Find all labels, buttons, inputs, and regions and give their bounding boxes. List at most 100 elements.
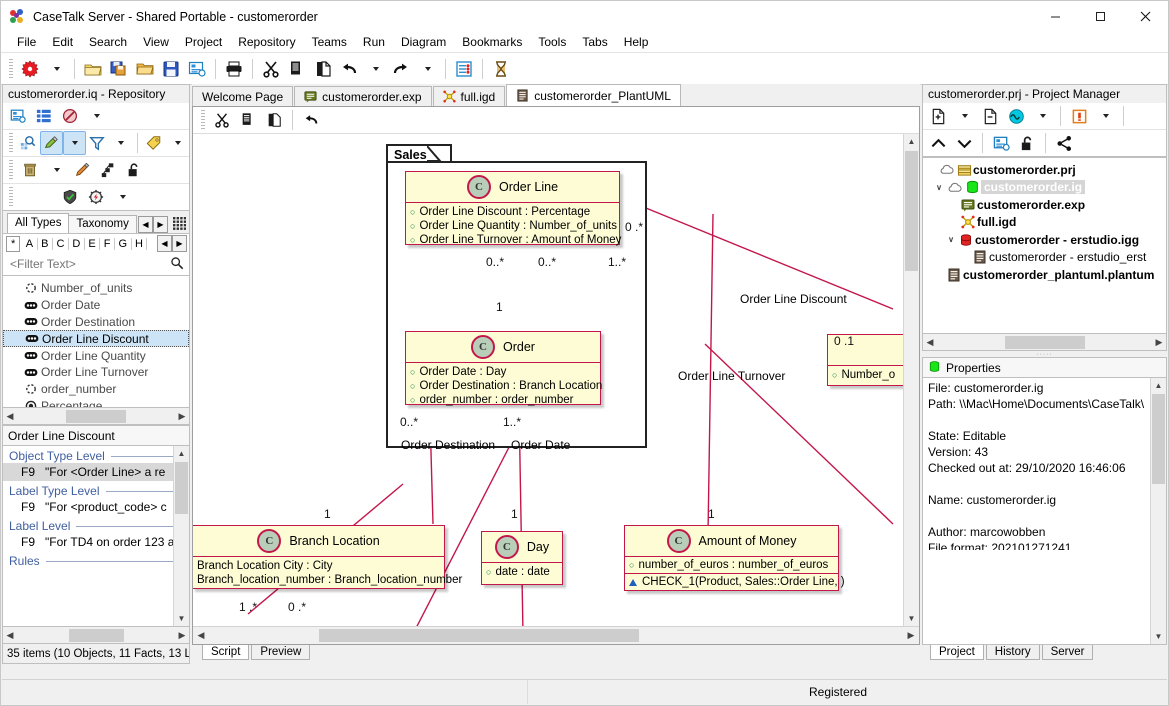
alpha-scroll-left[interactable]: ◀ bbox=[157, 235, 172, 252]
add-file-dropdown-icon[interactable] bbox=[951, 104, 977, 128]
repo-nodraw-icon[interactable] bbox=[57, 104, 83, 128]
tree-item-customerorder-prj[interactable]: customerorder.prj bbox=[923, 161, 1166, 179]
canvas-vscroll-thumb[interactable] bbox=[905, 151, 918, 271]
repo-tag-icon[interactable] bbox=[143, 131, 166, 155]
tree-hscroll-right[interactable]: ▶ bbox=[1152, 337, 1166, 348]
canvas-hscroll-thumb[interactable] bbox=[319, 629, 639, 642]
copy-icon[interactable] bbox=[284, 56, 310, 82]
hscroll-left-arrow[interactable]: ◀ bbox=[3, 411, 17, 422]
class-day[interactable]: C Day ○ date : date bbox=[481, 531, 563, 585]
sync-dropdown-icon[interactable] bbox=[1029, 104, 1055, 128]
tab-taxonomy[interactable]: Taxonomy bbox=[68, 215, 137, 233]
paste-icon[interactable] bbox=[261, 107, 287, 133]
alpha-c[interactable]: C bbox=[53, 237, 69, 250]
alpha-g[interactable]: G bbox=[115, 237, 132, 250]
share-icon[interactable] bbox=[1051, 131, 1077, 155]
alpha-d[interactable]: D bbox=[69, 237, 85, 250]
menu-run[interactable]: Run bbox=[355, 33, 393, 51]
class-order-line[interactable]: C Order Line ○ Order Line Discount : Perc… bbox=[405, 171, 621, 246]
new-icon[interactable] bbox=[17, 56, 43, 82]
menu-project[interactable]: Project bbox=[177, 33, 230, 51]
menu-view[interactable]: View bbox=[135, 33, 177, 51]
tab-preview[interactable]: Preview bbox=[251, 645, 311, 660]
stop-dropdown-icon[interactable] bbox=[1092, 104, 1118, 128]
tree-item-customerorder-exp[interactable]: customerorder.exp bbox=[923, 196, 1166, 214]
detail-hscrollbar[interactable]: ◀ ▶ bbox=[2, 627, 190, 644]
print-icon[interactable] bbox=[221, 56, 247, 82]
repo-validate-icon[interactable] bbox=[57, 185, 83, 209]
menu-help[interactable]: Help bbox=[616, 33, 657, 51]
cut-icon[interactable] bbox=[258, 56, 284, 82]
hscroll-thumb[interactable] bbox=[66, 409, 126, 423]
tab-customerorder-exp[interactable]: customerorder.exp bbox=[294, 86, 432, 106]
repo-details-icon[interactable] bbox=[5, 104, 31, 128]
list-item[interactable]: Order Destination bbox=[3, 314, 189, 331]
detail-hscroll-left[interactable]: ◀ bbox=[3, 630, 17, 641]
save-icon[interactable] bbox=[158, 56, 184, 82]
stop-icon[interactable] bbox=[1066, 104, 1092, 128]
properties-vscrollbar[interactable]: ▲ ▼ bbox=[1150, 378, 1166, 644]
repo-delete-icon[interactable] bbox=[17, 158, 43, 182]
repo-tag-dropdown-icon[interactable] bbox=[166, 131, 189, 155]
repo-highlight-dropdown-icon[interactable] bbox=[62, 131, 86, 155]
detail-vscrollbar[interactable]: ▲ ▼ bbox=[173, 446, 189, 626]
list-item[interactable]: Order Line Turnover bbox=[3, 364, 189, 381]
alpha-scroll-buttons[interactable]: ◀ ▶ bbox=[157, 235, 187, 252]
detail-hscroll-right[interactable]: ▶ bbox=[175, 630, 189, 641]
canvas-scroll-down[interactable]: ▼ bbox=[904, 611, 919, 626]
detail-row[interactable]: F9 "For TD4 on order 123 a bbox=[3, 533, 189, 551]
tab-history[interactable]: History bbox=[985, 645, 1040, 660]
tab-server[interactable]: Server bbox=[1041, 645, 1094, 660]
canvas-vscrollbar[interactable]: ▲ ▼ bbox=[903, 134, 919, 626]
repo-filter-icon[interactable] bbox=[86, 131, 109, 155]
tree-item-plantuml[interactable]: customerorder_plantuml.plantum bbox=[923, 266, 1166, 284]
detail-scroll-down[interactable]: ▼ bbox=[174, 611, 189, 626]
project-tree-hscrollbar[interactable]: ◀ ▶ bbox=[922, 334, 1167, 351]
tab-script[interactable]: Script bbox=[202, 645, 250, 660]
search-icon[interactable] bbox=[170, 256, 184, 273]
properties-scroll-up[interactable]: ▲ bbox=[1151, 378, 1166, 393]
detail-row[interactable]: F9 "For <Order Line> a re bbox=[3, 463, 189, 481]
tree-item-full-igd[interactable]: full.igd bbox=[923, 214, 1166, 232]
undo-icon[interactable] bbox=[336, 56, 362, 82]
sync-icon[interactable] bbox=[1003, 104, 1029, 128]
list-item[interactable]: Number_of_units bbox=[3, 280, 189, 297]
alpha-scroll-right[interactable]: ▶ bbox=[172, 235, 187, 252]
menu-search[interactable]: Search bbox=[81, 33, 135, 51]
list-item[interactable]: Order Line Quantity bbox=[3, 347, 189, 364]
alpha-b[interactable]: B bbox=[38, 237, 53, 250]
filter-input[interactable] bbox=[8, 256, 170, 272]
minimize-button[interactable] bbox=[1033, 1, 1078, 32]
alpha-e[interactable]: E bbox=[85, 237, 101, 250]
paste-icon[interactable] bbox=[310, 56, 336, 82]
menu-edit[interactable]: Edit bbox=[44, 33, 81, 51]
menu-teams[interactable]: Teams bbox=[304, 33, 355, 51]
cut-icon[interactable] bbox=[209, 107, 235, 133]
repo-hierarchy-icon[interactable] bbox=[95, 158, 121, 182]
tree-expander[interactable]: ∨ bbox=[933, 183, 945, 192]
move-up-icon[interactable] bbox=[925, 131, 951, 155]
detail-pane[interactable]: Object Type Level F9 "For <Order Line> a … bbox=[2, 446, 190, 627]
alpha-h[interactable]: H bbox=[132, 237, 148, 250]
tab-project[interactable]: Project bbox=[930, 645, 984, 660]
tab-welcome-page[interactable]: Welcome Page bbox=[192, 86, 294, 106]
tab-scroll-right[interactable]: ▶ bbox=[153, 216, 168, 233]
menu-repository[interactable]: Repository bbox=[230, 33, 303, 51]
detail-hscroll-thumb[interactable] bbox=[68, 628, 124, 642]
repo-nodraw-dropdown-icon[interactable] bbox=[83, 104, 109, 128]
hscroll-right-arrow[interactable]: ▶ bbox=[175, 411, 189, 422]
repo-highlight-icon[interactable] bbox=[39, 131, 63, 155]
alpha-all[interactable]: * bbox=[6, 235, 21, 252]
canvas-hscrollbar[interactable]: ◀ ▶ bbox=[193, 626, 919, 644]
tab-all-types[interactable]: All Types bbox=[7, 213, 70, 233]
properties-pane[interactable]: File: customerorder.ig Path: \\Mac\Home\… bbox=[922, 378, 1167, 645]
tree-item-erstudio-doc[interactable]: customerorder - erstudio_erst bbox=[923, 249, 1166, 267]
list-item-order-line-discount[interactable]: Order Line Discount bbox=[3, 330, 189, 348]
repo-generate-dropdown-icon[interactable] bbox=[109, 185, 135, 209]
alpha-a[interactable]: A bbox=[22, 237, 38, 250]
menu-tools[interactable]: Tools bbox=[530, 33, 574, 51]
canvas-scroll-up[interactable]: ▲ bbox=[904, 134, 919, 149]
tab-customerorder-plantuml[interactable]: customerorder_PlantUML bbox=[506, 84, 681, 106]
repo-find-icon[interactable] bbox=[17, 131, 40, 155]
tree-hscroll-thumb[interactable] bbox=[1004, 335, 1085, 349]
